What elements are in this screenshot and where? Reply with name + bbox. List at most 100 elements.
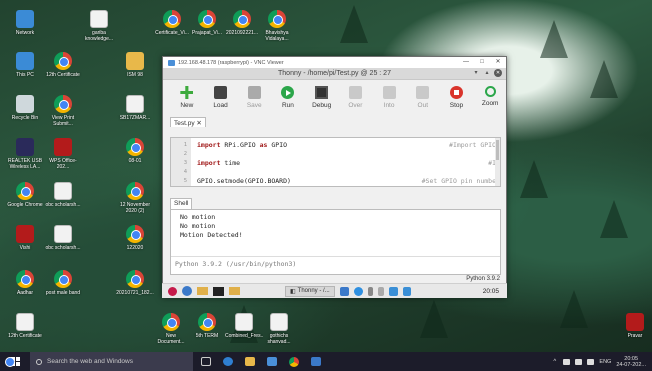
desktop-icon[interactable]: 5th TERM (188, 313, 226, 345)
desktop-icon[interactable]: New Document... (152, 313, 190, 345)
search-icon (36, 358, 42, 365)
desktop-icon-vishi[interactable]: Vishi (6, 225, 44, 257)
document-icon (235, 313, 253, 331)
desktop-icon[interactable]: post male band (44, 270, 82, 302)
debug-icon (315, 86, 329, 99)
file-explorer-button[interactable] (241, 352, 259, 371)
load-button[interactable]: Load (205, 86, 237, 109)
folder-icon[interactable] (229, 287, 240, 295)
chevron-up-icon[interactable]: ^ (553, 359, 558, 365)
step-into-button[interactable]: Into (373, 86, 405, 109)
step-out-button[interactable]: Out (407, 86, 439, 109)
desktop-icon[interactable]: REALTEK USB Wireless LA... (6, 138, 44, 170)
desktop-icon[interactable]: 12th Certificate (6, 313, 44, 345)
thonny-close-button[interactable]: ✕ (494, 69, 502, 77)
desktop-icon[interactable]: 2021092221... (223, 10, 261, 42)
desktop-icon[interactable]: 122020 (116, 225, 154, 257)
pi-clock[interactable]: 20:05 (483, 288, 499, 295)
save-button[interactable]: Save (238, 86, 270, 109)
desktop-icon[interactable]: gariba knowledge... (80, 10, 118, 42)
desktop-icon-this-pc[interactable]: This PC (6, 52, 44, 84)
editor-scrollbar[interactable] (495, 138, 500, 186)
edge-button[interactable] (219, 352, 237, 371)
thonny-minimize-button[interactable]: ▾ (472, 69, 480, 77)
task-view-button[interactable] (197, 352, 215, 371)
chrome-button[interactable] (285, 352, 303, 371)
shell-separator (171, 256, 500, 257)
terminal-icon[interactable] (213, 286, 224, 296)
desktop-icon[interactable]: gothichs shanvad... (260, 313, 298, 345)
shell-tab[interactable]: Shell (170, 198, 193, 209)
file-manager-icon[interactable] (197, 287, 208, 295)
icon-label: 12th Certificate (46, 72, 80, 78)
desktop-icon[interactable]: 12th Certificate (44, 52, 82, 84)
recycle-bin-icon (16, 95, 34, 113)
desktop-icon[interactable]: Prajapat_Vi... (188, 10, 226, 42)
step-over-button[interactable]: Over (340, 86, 372, 109)
desktop-icon[interactable]: WPS Office-202... (44, 138, 82, 170)
desktop-icon-google-chrome[interactable]: Google Chrome (6, 182, 44, 214)
debug-button[interactable]: Debug (306, 86, 338, 109)
wifi-icon[interactable] (388, 286, 398, 296)
search-box[interactable]: Search the web and Windows (30, 352, 193, 371)
new-button[interactable]: New (171, 86, 203, 109)
desktop-icon[interactable]: 12 November 2020 (2) (116, 182, 154, 214)
battery-icon (377, 286, 384, 296)
vnc-tray-icon[interactable] (339, 286, 349, 296)
zoom-button[interactable]: Zoom (474, 86, 506, 107)
realtek-icon (16, 138, 34, 156)
desktop-icon[interactable]: Combined_Fres... (225, 313, 263, 345)
interpreter-status[interactable]: Python 3.9.2 (466, 276, 500, 282)
maximize-button[interactable]: □ (474, 57, 490, 68)
store-icon (267, 357, 277, 366)
chrome-icon (126, 270, 144, 288)
icon-label: WPS Office-202... (49, 158, 77, 170)
thonny-task-button[interactable]: ◧ Thonny - /... (285, 285, 335, 297)
vnc-title-bar[interactable]: 192.168.48.178 (raspberrypi) - VNC Viewe… (163, 57, 506, 68)
desktop-icon-network[interactable]: Network (6, 10, 44, 42)
task-view-icon (201, 357, 211, 366)
minimize-button[interactable]: — (458, 57, 474, 68)
close-button[interactable]: ✕ (490, 57, 506, 68)
desktop-icon[interactable]: Certificate_Vi... (153, 10, 191, 42)
thonny-maximize-button[interactable]: ▴ (483, 69, 491, 77)
edge-icon (223, 357, 233, 366)
desktop-icon-aadhar[interactable]: Aadhar (6, 270, 44, 302)
thonny-title-bar[interactable]: Thonny - /home/pi/Test.py @ 25 : 27 ▾ ▴ … (163, 68, 506, 80)
shell-panel[interactable]: No motion No motion Motion Detected! Pyt… (170, 209, 501, 275)
chrome-icon (126, 138, 144, 156)
document-icon (16, 313, 34, 331)
icon-label: 12 November 2020 (2) (119, 202, 150, 214)
desktop-icon[interactable]: obc scholarsh... (44, 225, 82, 257)
volume-icon[interactable] (402, 286, 411, 296)
desktop-icon[interactable]: 08-01 (116, 138, 154, 170)
clock[interactable]: 20:05 24-07-202... (616, 356, 646, 368)
volume-tray-icon[interactable] (587, 358, 595, 365)
raspberry-menu-icon[interactable] (168, 286, 177, 296)
code-editor[interactable]: 1 import RPi.GPIO as GPIO #Import GPIO 2… (170, 137, 501, 187)
battery-tray-icon[interactable] (575, 358, 583, 365)
editor-tab-test-py[interactable]: Test.py ✕ (170, 117, 206, 127)
store-button[interactable] (263, 352, 281, 371)
browser-icon[interactable] (182, 286, 192, 296)
stop-button[interactable]: Stop (441, 86, 473, 109)
bluetooth-icon[interactable] (367, 286, 373, 296)
desktop-icon[interactable]: 20210721_182... (116, 270, 154, 302)
thonny-toolbar: New Load Save Run Debug Over Into Out St… (163, 80, 506, 116)
vnc-viewer-button[interactable] (307, 352, 325, 371)
run-button[interactable]: Run (272, 86, 304, 109)
language-indicator[interactable]: ENG (599, 359, 611, 365)
tree-shape (420, 300, 448, 338)
desktop-icon-recycle-bin[interactable]: Recycle Bin (6, 95, 44, 127)
desktop-icon[interactable]: Bhavishya Vidalaya... (258, 10, 296, 42)
network-tray-icon[interactable] (563, 358, 571, 365)
desktop-icon[interactable]: ISM 98 (116, 52, 154, 84)
icon-label: Vishi (19, 245, 31, 251)
desktop-icon[interactable]: Pravar (616, 313, 652, 345)
shell-output-line: Motion Detected! (180, 231, 243, 239)
update-icon[interactable] (353, 286, 363, 296)
desktop-icon[interactable]: View Print Submit... (44, 95, 82, 127)
desktop-icon[interactable]: SB17ZMAR... (116, 95, 154, 127)
desktop-icon[interactable]: obc scholarsh... (44, 182, 82, 214)
chrome-icon (54, 270, 72, 288)
